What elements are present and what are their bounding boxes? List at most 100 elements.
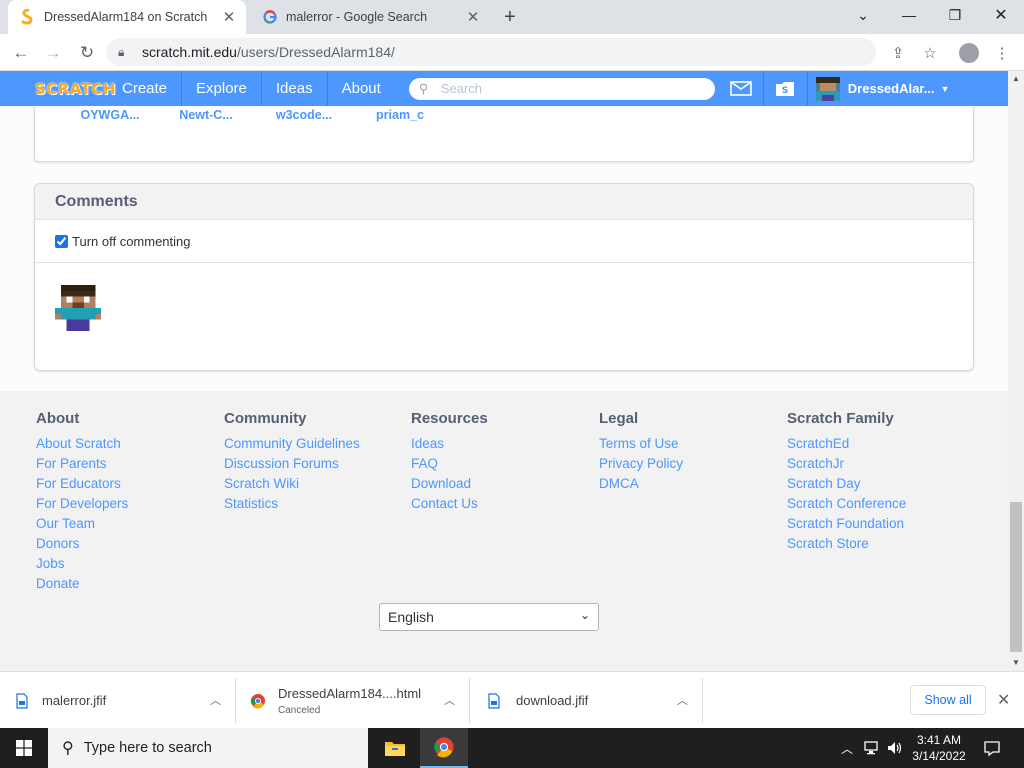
browser-tab-strip: DressedAlarm184 on Scratch ✕ malerror - …: [0, 0, 1024, 34]
my-stuff-icon[interactable]: S: [762, 71, 807, 106]
chevron-up-icon[interactable]: ︿: [444, 692, 455, 708]
account-menu[interactable]: DressedAlar... ▼: [806, 71, 950, 106]
download-filename: malerror.jfif: [42, 693, 107, 708]
scratch-logo[interactable]: SCRATCH: [35, 77, 116, 101]
following-username[interactable]: Newt-C...: [166, 108, 246, 122]
footer-link[interactable]: Donors: [36, 534, 128, 554]
footer-link[interactable]: Scratch Conference: [787, 494, 906, 514]
footer-link[interactable]: Donate: [36, 574, 128, 594]
url-host: scratch.mit.edu: [142, 44, 237, 60]
footer-link[interactable]: Jobs: [36, 554, 128, 574]
volume-icon[interactable]: [884, 728, 906, 768]
caret-down-icon[interactable]: ▼: [941, 84, 950, 94]
windows-start-button[interactable]: [0, 728, 48, 768]
footer-link[interactable]: For Parents: [36, 454, 128, 474]
taskbar-search-placeholder: Type here to search: [83, 740, 212, 756]
footer-col-community: Community Community Guidelines Discussio…: [224, 410, 360, 514]
close-window-button[interactable]: ✕: [978, 0, 1024, 30]
bookmark-star-icon[interactable]: ☆: [918, 41, 942, 65]
search-icon: ⚲: [418, 80, 429, 96]
google-favicon-icon: [262, 9, 278, 25]
minimize-window-button[interactable]: —: [886, 0, 932, 30]
back-arrow-icon[interactable]: ←: [8, 40, 34, 66]
chrome-menu-icon[interactable]: ⋮: [990, 41, 1014, 65]
language-select[interactable]: English ⌄: [379, 603, 599, 631]
tab-google-search[interactable]: malerror - Google Search ✕: [250, 0, 490, 34]
scratch-search-box[interactable]: ⚲: [408, 77, 715, 100]
scrollbar-thumb[interactable]: [1010, 502, 1022, 652]
page-scrollbar[interactable]: ▲ ▼: [1008, 71, 1024, 671]
nav-ideas[interactable]: Ideas: [260, 71, 327, 106]
address-bar[interactable]: 🔒︎ scratch.mit.edu/users/DressedAlarm184…: [106, 38, 876, 66]
avatar[interactable]: [815, 76, 840, 101]
footer-link[interactable]: ScratchJr: [787, 454, 906, 474]
footer-link[interactable]: ScratchEd: [787, 434, 906, 454]
footer-heading: Scratch Family: [787, 410, 894, 427]
new-tab-button[interactable]: +: [498, 5, 522, 29]
footer-link[interactable]: For Developers: [36, 494, 128, 514]
windows-taskbar: ⚲ Type here to search ︿ 3:41 AM 3/14/202…: [0, 728, 1024, 768]
chrome-taskbar-icon[interactable]: [420, 728, 468, 768]
lock-icon[interactable]: 🔒︎: [118, 45, 132, 60]
turn-off-commenting-toggle[interactable]: Turn off commenting: [35, 220, 973, 263]
following-username[interactable]: priam_c: [360, 108, 440, 122]
chevron-up-icon[interactable]: ︿: [677, 692, 688, 708]
footer-link[interactable]: Scratch Day: [787, 474, 906, 494]
footer-link[interactable]: DMCA: [599, 474, 683, 494]
search-icon: ⚲: [62, 740, 74, 757]
footer-link[interactable]: Statistics: [224, 494, 360, 514]
account-username[interactable]: DressedAlar...: [848, 81, 935, 96]
footer-link[interactable]: For Educators: [36, 474, 128, 494]
following-username[interactable]: OYWGA...: [70, 108, 150, 122]
messages-icon[interactable]: [719, 71, 763, 106]
share-icon[interactable]: ⇪: [886, 41, 910, 65]
tab-scratch-profile[interactable]: DressedAlarm184 on Scratch ✕: [8, 0, 246, 34]
close-download-shelf-icon[interactable]: ✕: [997, 690, 1010, 710]
footer-link[interactable]: Terms of Use: [599, 434, 683, 454]
nav-explore[interactable]: Explore: [181, 71, 261, 106]
taskbar-search-box[interactable]: ⚲ Type here to search: [48, 728, 368, 768]
tray-overflow-chevron-icon[interactable]: ︿: [838, 728, 856, 768]
footer-link[interactable]: Our Team: [36, 514, 128, 534]
close-tab-icon[interactable]: ✕: [464, 8, 482, 26]
turn-off-commenting-label[interactable]: Turn off commenting: [72, 234, 191, 249]
download-item[interactable]: DressedAlarm184....html Canceled ︿: [236, 678, 470, 723]
notifications-icon[interactable]: [980, 728, 1004, 768]
download-item[interactable]: malerror.jfif ︿: [0, 678, 236, 723]
comments-box: Comments Turn off commenting: [34, 183, 974, 371]
profile-icon[interactable]: [957, 41, 981, 65]
chevron-up-icon[interactable]: ︿: [210, 692, 221, 708]
following-username[interactable]: w3code...: [264, 108, 344, 122]
reload-icon[interactable]: ↻: [74, 40, 100, 66]
show-all-downloads-button[interactable]: Show all: [910, 685, 986, 715]
nav-about[interactable]: About: [326, 71, 395, 106]
scroll-down-arrow-icon[interactable]: ▼: [1012, 658, 1020, 667]
windows-logo-icon: [16, 740, 32, 756]
restore-window-button[interactable]: ❐: [932, 0, 978, 30]
footer-link[interactable]: Download: [411, 474, 488, 494]
footer-link[interactable]: About Scratch: [36, 434, 128, 454]
footer-link[interactable]: FAQ: [411, 454, 488, 474]
image-file-icon: [16, 692, 28, 709]
footer-link[interactable]: Scratch Store: [787, 534, 906, 554]
footer-link[interactable]: Scratch Wiki: [224, 474, 360, 494]
footer-link[interactable]: Discussion Forums: [224, 454, 360, 474]
scratch-search-input[interactable]: [440, 81, 701, 96]
turn-off-commenting-checkbox[interactable]: [55, 234, 68, 248]
footer-link[interactable]: Community Guidelines: [224, 434, 360, 454]
forward-arrow-icon[interactable]: →: [40, 40, 66, 66]
system-clock[interactable]: 3:41 AM 3/14/2022: [906, 732, 972, 764]
tab-search-chevron-icon[interactable]: ⌄: [840, 0, 886, 30]
scroll-up-arrow-icon[interactable]: ▲: [1012, 74, 1020, 83]
close-tab-icon[interactable]: ✕: [220, 8, 238, 26]
download-item[interactable]: download.jfif ︿: [470, 678, 703, 723]
commenter-avatar[interactable]: [55, 285, 101, 331]
footer-link[interactable]: Contact Us: [411, 494, 488, 514]
network-icon[interactable]: [860, 728, 882, 768]
footer-link[interactable]: Privacy Policy: [599, 454, 683, 474]
footer-link[interactable]: Ideas: [411, 434, 488, 454]
footer-link[interactable]: Scratch Foundation: [787, 514, 906, 534]
nav-create[interactable]: Create: [108, 71, 181, 106]
file-explorer-icon[interactable]: [371, 728, 419, 768]
footer-col-scratch-family: Scratch Family ScratchEd ScratchJr Scrat…: [787, 410, 906, 554]
